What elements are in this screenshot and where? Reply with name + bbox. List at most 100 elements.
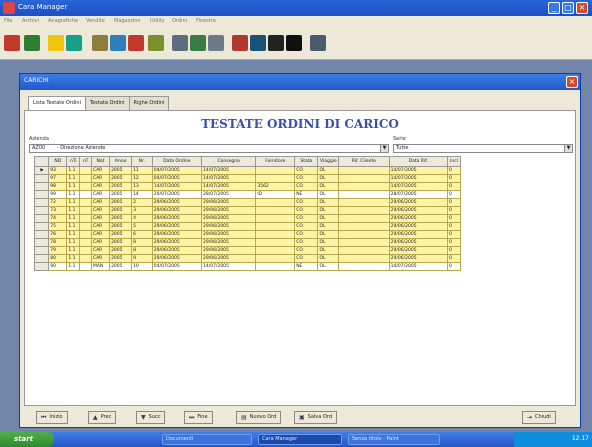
chart-icon[interactable] [172,35,188,51]
table-cell[interactable]: 14/07/2005 [388,166,448,175]
table-cell[interactable]: 14/07/2005 [200,166,257,175]
table-cell[interactable]: 29/06/2005 [200,238,257,247]
table-cell[interactable]: OL [317,174,340,183]
table-cell[interactable]: CAR [90,214,111,223]
factory-icon[interactable] [148,35,164,51]
table-cell[interactable]: 0 [446,246,462,255]
taskbar-item-documenti[interactable]: Documenti [162,434,252,445]
table-cell[interactable]: 9 [131,254,153,263]
table-cell[interactable]: CO [294,254,319,263]
table-cell[interactable]: 2005 [109,262,133,271]
table-cell[interactable]: 0 [446,206,462,215]
table-cell[interactable]: 1.1 [66,230,81,239]
table-cell[interactable]: CO [294,198,319,207]
table-cell[interactable]: 1.1 [66,262,81,271]
table-row[interactable]: 78 1.1 CAR 2005 8 29/06/2005 29/06/2005 CO OL 29/… [33,238,462,247]
table-cell[interactable]: 14/07/2005 [200,174,257,183]
new-order-button[interactable]: ▤ Nuovo Ord [236,411,282,424]
row-selector[interactable] [33,230,50,239]
table-cell[interactable]: 80 [48,254,68,263]
barcode-icon[interactable] [268,35,284,51]
column-header[interactable]: Nr. [131,156,153,167]
table-cell[interactable]: 29/06/2005 [151,246,202,255]
row-selector[interactable] [33,254,50,263]
table-cell[interactable]: 14/07/2005 [200,262,257,271]
table-cell[interactable]: CO [294,214,319,223]
table-cell[interactable]: 29/06/2005 [388,214,448,223]
table-cell[interactable]: 0 [446,166,462,175]
table-cell[interactable]: 28/07/2005 [388,190,448,199]
table-cell[interactable]: 0 [446,222,462,231]
table-cell[interactable] [79,182,92,191]
table-row[interactable]: 74 1.1 CAR 2005 4 29/06/2005 29/06/2005 CO OL 29/… [33,214,462,223]
table-cell[interactable]: 1.1 [66,206,81,215]
table-cell[interactable]: 2005 [109,206,133,215]
serie-select[interactable]: Tutte ▼ [393,144,573,153]
table-row[interactable]: 75 1.1 CAR 2005 5 29/06/2005 29/06/2005 CO OL 29/… [33,222,462,231]
table-cell[interactable] [79,262,92,271]
table-cell[interactable]: 29/06/2005 [151,230,202,239]
truck-load-icon[interactable] [110,35,126,51]
table-cell[interactable]: 2005 [109,222,133,231]
table-cell[interactable] [338,230,390,239]
table-cell[interactable]: 29/06/2005 [200,254,257,263]
table-cell[interactable]: 4 [131,214,153,223]
column-header[interactable]: Rif. Cliente [338,156,390,167]
table-cell[interactable] [338,254,390,263]
column-header[interactable]: ND [48,156,68,167]
table-cell[interactable]: 2005 [109,182,133,191]
table-cell[interactable]: CAR [90,174,111,183]
table-cell[interactable]: 3 [131,206,153,215]
table-cell[interactable]: 14/07/2005 [388,262,448,271]
menu-finestra[interactable]: Finestra [196,18,216,24]
table-cell[interactable]: CAR [90,254,111,263]
table-cell[interactable]: 29/06/2005 [200,206,257,215]
row-selector[interactable] [33,246,50,255]
table-cell[interactable]: 78 [48,238,68,247]
table-cell[interactable]: 98 [48,182,68,191]
table-cell[interactable]: 0 [446,174,462,183]
table-cell[interactable] [338,262,390,271]
table-cell[interactable]: 1.1 [66,198,81,207]
table-cell[interactable] [338,222,390,231]
table-cell[interactable]: 1.1 [66,254,81,263]
table-cell[interactable] [79,198,92,207]
column-header[interactable]: nT [79,156,92,167]
chart-down-icon[interactable] [190,35,206,51]
table-cell[interactable]: 29/06/2005 [200,222,257,231]
minimize-icon[interactable]: _ [548,2,560,14]
table-cell[interactable]: 0 [446,198,462,207]
column-header[interactable]: Viaggio [317,156,340,167]
table-cell[interactable]: 93 [48,166,68,175]
table-cell[interactable]: 04/07/2005 [151,166,202,175]
azienda-select[interactable]: AZ00 - Direzione Aziende ▼ [29,144,389,153]
table-cell[interactable]: CAR [90,222,111,231]
table-cell[interactable] [255,254,296,263]
table-cell[interactable]: 2005 [109,246,133,255]
save-order-button[interactable]: ▣ Salva Ord [294,411,337,424]
table-cell[interactable]: 0 [446,182,462,191]
table-cell[interactable]: 6 [131,230,153,239]
table-cell[interactable] [255,246,296,255]
table-cell[interactable]: 14/07/2005 [151,182,202,191]
table-cell[interactable]: OL [317,238,340,247]
table-cell[interactable]: 29/06/2005 [151,198,202,207]
table-cell[interactable]: 04/07/2005 [151,262,202,271]
table-cell[interactable]: 2005 [109,214,133,223]
table-cell[interactable]: 20/07/2005 [151,190,202,199]
table-cell[interactable]: 29/06/2005 [388,206,448,215]
menu-ordini[interactable]: Ordini [172,18,187,24]
table-cell[interactable]: 0 [446,254,462,263]
column-header[interactable]: Anno [109,156,133,167]
table-cell[interactable]: 5 [131,222,153,231]
row-selector[interactable] [33,206,50,215]
menu-vendite[interactable]: Vendite [86,18,105,24]
table-cell[interactable] [79,238,92,247]
table-cell[interactable] [79,206,92,215]
table-cell[interactable] [255,174,296,183]
maximize-icon[interactable]: □ [562,2,574,14]
table-cell[interactable]: 3562 [255,182,296,191]
menu-magazzino[interactable]: Magazzino [114,18,140,24]
table-cell[interactable]: 2005 [109,230,133,239]
table-cell[interactable]: 14/07/2005 [200,182,257,191]
